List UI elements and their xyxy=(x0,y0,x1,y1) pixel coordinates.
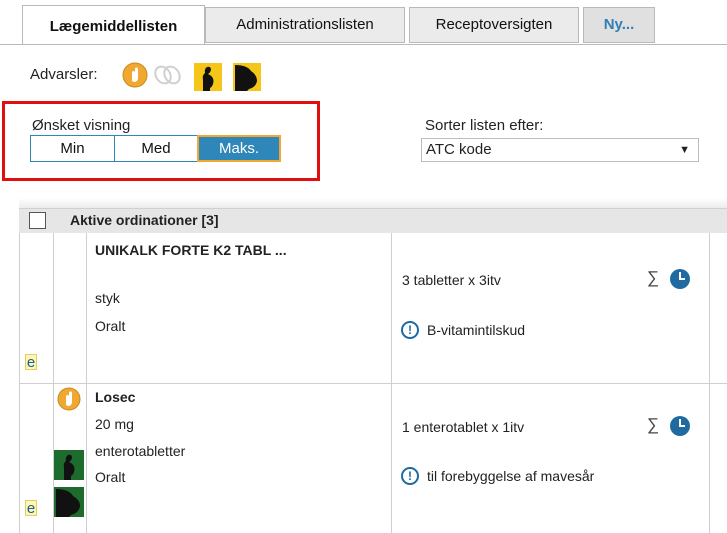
highlight-box xyxy=(2,101,320,181)
drug-dosage: 3 tabletter x 3itv xyxy=(402,272,501,288)
sigma-icon[interactable]: ∑ xyxy=(647,268,659,288)
drug-name[interactable]: UNIKALK FORTE K2 TABL ... xyxy=(95,242,287,258)
tab-administrationslisten[interactable]: Administrationslisten xyxy=(205,7,405,43)
link-chain-icon[interactable] xyxy=(153,64,183,86)
drug-strength: 20 mg xyxy=(95,416,134,432)
pregnancy-icon[interactable] xyxy=(54,450,84,480)
hand-warning-icon[interactable] xyxy=(122,62,148,88)
warnings-label: Advarsler: xyxy=(30,66,98,83)
info-icon: ! xyxy=(401,321,419,339)
select-all-checkbox[interactable] xyxy=(29,212,46,229)
drug-unit: styk xyxy=(95,290,120,306)
e-mark-icon[interactable]: e xyxy=(25,354,37,370)
hand-warning-icon[interactable] xyxy=(57,387,81,411)
breastfeeding-icon[interactable] xyxy=(54,487,84,517)
tab-ny[interactable]: Ny... xyxy=(583,7,655,43)
row-divider xyxy=(19,383,727,384)
sort-label: Sorter listen efter: xyxy=(425,117,544,134)
clock-icon[interactable] xyxy=(670,269,690,289)
drug-name[interactable]: Losec xyxy=(95,389,135,405)
clock-icon[interactable] xyxy=(670,416,690,436)
sort-select-value: ATC kode xyxy=(426,141,492,158)
drug-form: enterotabletter xyxy=(95,443,186,459)
tab-laegemiddellisten[interactable]: Lægemiddellisten xyxy=(22,5,205,45)
info-icon: ! xyxy=(401,467,419,485)
section-shadow xyxy=(19,198,727,208)
sort-select[interactable]: ATC kode ▼ xyxy=(421,138,699,162)
section-title: Aktive ordinationer [3] xyxy=(70,212,219,228)
breastfeeding-icon[interactable] xyxy=(233,63,261,91)
drug-route: Oralt xyxy=(95,469,126,485)
tab-receptoversigten[interactable]: Receptoversigten xyxy=(409,7,579,43)
drug-note: B-vitamintilskud xyxy=(427,322,526,338)
drug-route: Oralt xyxy=(95,318,126,334)
sigma-icon[interactable]: ∑ xyxy=(647,415,659,435)
chevron-down-icon: ▼ xyxy=(679,144,690,156)
drug-dosage: 1 enterotablet x 1itv xyxy=(402,419,525,435)
pregnancy-icon[interactable] xyxy=(194,63,222,91)
drug-note: til forebyggelse af mavesår xyxy=(427,468,595,484)
tab-divider xyxy=(0,44,727,45)
e-mark-icon[interactable]: e xyxy=(25,500,37,516)
tab-bar: Lægemiddellisten Administrationslisten R… xyxy=(0,0,727,50)
